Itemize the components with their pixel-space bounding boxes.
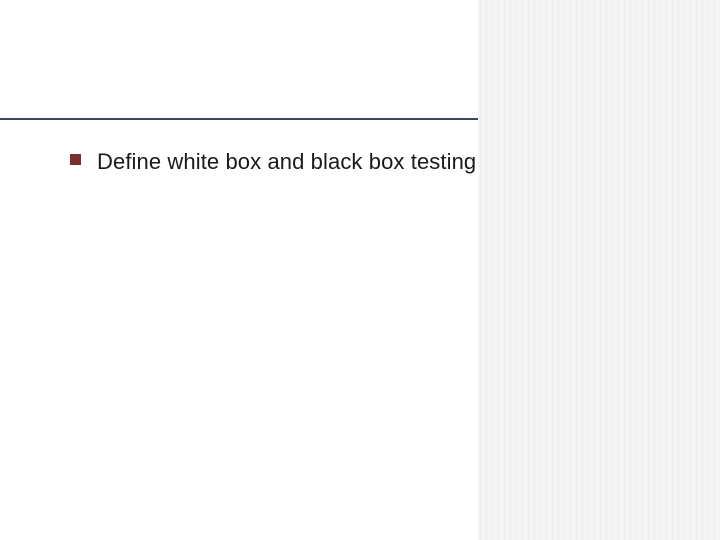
slide: Define white box and black box testing — [0, 0, 720, 540]
bullet-square-icon — [70, 154, 81, 165]
bullet-text: Define white box and black box testing — [97, 148, 476, 177]
title-underline — [0, 118, 478, 120]
list-item: Define white box and black box testing — [70, 148, 680, 177]
slide-content: Define white box and black box testing — [70, 148, 680, 177]
